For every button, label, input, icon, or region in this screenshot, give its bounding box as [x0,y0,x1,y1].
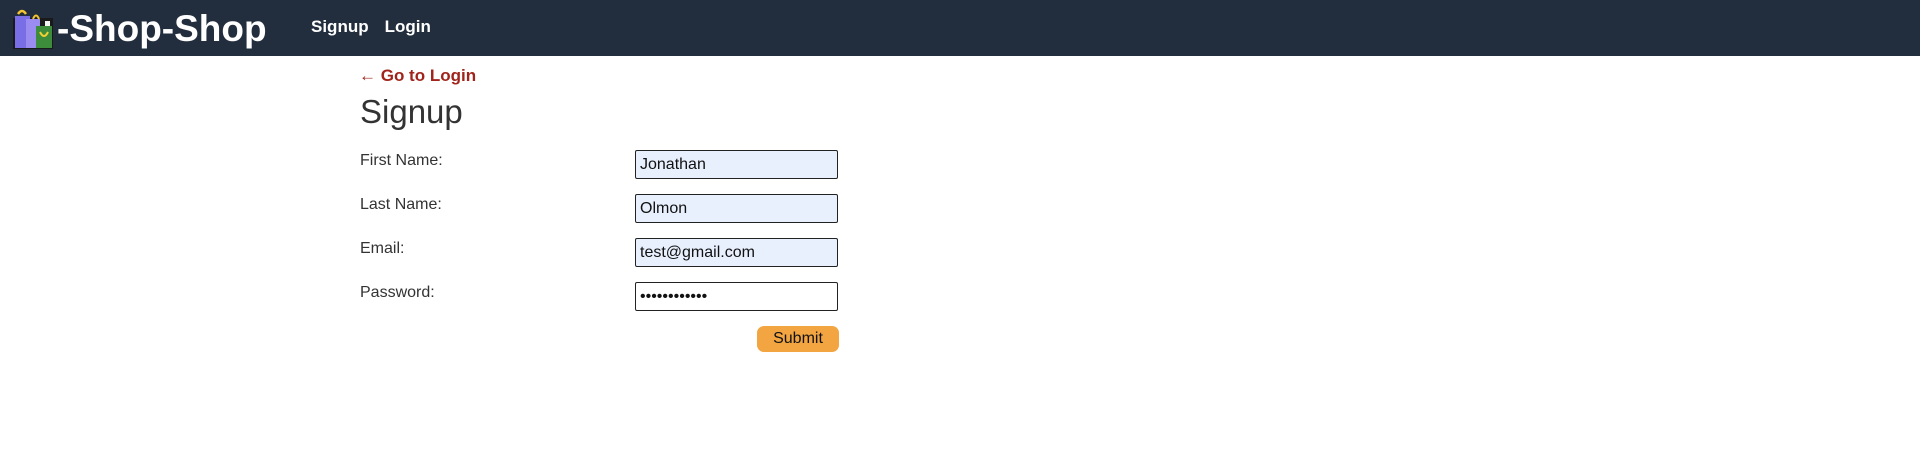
brand-home-link[interactable]: -Shop-Shop [12,7,267,51]
first-name-label: First Name: [360,152,443,169]
email-input[interactable] [635,238,838,267]
brand-name: -Shop-Shop [57,8,267,49]
password-row: Password: [360,282,840,312]
last-name-row: Last Name: [360,194,840,224]
password-input[interactable] [635,282,838,311]
password-label: Password: [360,284,435,301]
first-name-row: First Name: [360,150,840,180]
email-label: Email: [360,240,405,257]
top-navbar: -Shop-Shop Signup Login [0,0,1920,56]
shopping-bags-icon [13,9,53,49]
submit-button[interactable]: Submit [757,326,839,352]
nav-signup-link[interactable]: Signup [311,17,369,37]
nav-login-link[interactable]: Login [385,17,431,37]
last-name-label: Last Name: [360,196,442,213]
page-title: Signup [360,93,463,130]
nav-links: Signup Login [311,17,431,37]
last-name-input[interactable] [635,194,838,223]
email-row: Email: [360,238,840,268]
first-name-input[interactable] [635,150,838,179]
go-to-login-link[interactable]: ← Go to Login [359,66,476,86]
